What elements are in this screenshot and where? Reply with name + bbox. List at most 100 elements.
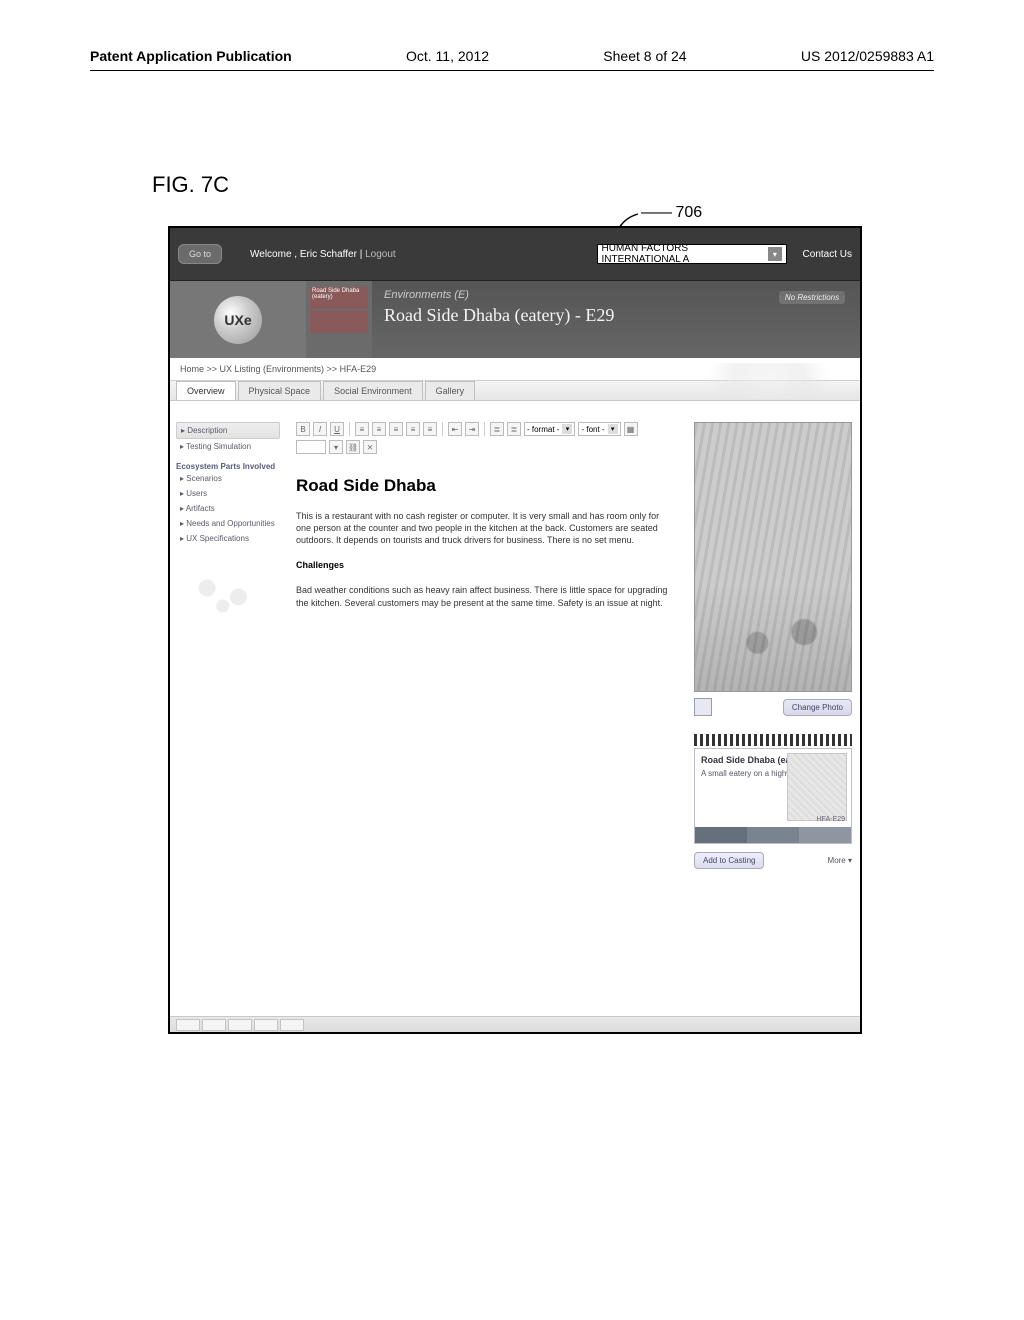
link-icon[interactable]: ⛓ (346, 440, 360, 454)
bold-icon[interactable]: B (296, 422, 310, 436)
format-select[interactable]: - format -▾ (524, 422, 575, 436)
sidebar-item-label: Users (186, 489, 207, 498)
sidebar-item-ux-specifications[interactable]: ▸ UX Specifications (176, 531, 280, 546)
banner-category: Environments (E) (384, 289, 752, 301)
topbar: Go to Welcome , Eric Schaffer | Logout H… (170, 228, 860, 280)
chevron-down-icon: ▾ (562, 424, 572, 434)
publication-label: Patent Application Publication (90, 48, 292, 64)
statusbar-button[interactable] (254, 1019, 278, 1031)
document-paragraph[interactable]: This is a restaurant with no cash regist… (296, 510, 676, 546)
banner-thumbs: Road Side Dhaba (eatery) (306, 281, 372, 358)
app-logo-icon: UXe (214, 296, 262, 344)
watermark-icon (684, 363, 854, 399)
sidebar-item-testing-simulation[interactable]: ▸ Testing Simulation (176, 439, 280, 454)
content-area: ▸ Description ▸ Testing Simulation Ecosy… (170, 414, 860, 1032)
stack-label-icon (694, 734, 852, 746)
list-ol-icon[interactable]: ≣ (507, 422, 521, 436)
statusbar-button[interactable] (280, 1019, 304, 1031)
welcome-user: Eric Schaffer (300, 249, 357, 260)
org-select-value: HUMAN FACTORS INTERNATIONAL A (602, 243, 769, 265)
logo-cell: UXe (170, 281, 306, 358)
window-status-bar (170, 1016, 860, 1032)
statusbar-button[interactable] (176, 1019, 200, 1031)
hero-actions: Change Photo (694, 698, 852, 716)
related-card[interactable]: Road Side Dhaba (eatery) A small eatery … (694, 748, 852, 844)
tab-overview[interactable]: Overview (176, 381, 236, 400)
underline-icon[interactable]: U (330, 422, 344, 436)
expand-image-icon[interactable] (694, 698, 712, 716)
sidebar-section-head: Ecosystem Parts Involved (176, 462, 280, 471)
reference-number: —— 706 (641, 204, 702, 222)
tab-gallery[interactable]: Gallery (425, 381, 476, 400)
font-select-label: - font - (581, 425, 604, 434)
publication-date: Oct. 11, 2012 (406, 48, 489, 64)
sidebar-item-label: Description (187, 426, 227, 435)
statusbar-button[interactable] (228, 1019, 252, 1031)
header-rule (90, 70, 934, 71)
add-to-casting-button[interactable]: Add to Casting (694, 852, 764, 869)
statusbar-button[interactable] (202, 1019, 226, 1031)
goto-button[interactable]: Go to (178, 244, 222, 264)
list-ul-icon[interactable]: ≣ (490, 422, 504, 436)
tab-social-environment[interactable]: Social Environment (323, 381, 423, 400)
card-image (787, 753, 847, 821)
toolbar-separator (484, 422, 485, 436)
align-left-icon[interactable]: ≡ (355, 422, 369, 436)
sidebar-item-needs-opportunities[interactable]: ▸ Needs and Opportunities (176, 516, 280, 531)
align-center-icon[interactable]: ≡ (372, 422, 386, 436)
page-header: Patent Application Publication Oct. 11, … (0, 48, 1024, 64)
card-footer-seg[interactable] (747, 827, 799, 843)
sidebar-item-label: Testing Simulation (186, 442, 251, 451)
banner-thumb[interactable] (310, 311, 368, 333)
logout-link[interactable]: Logout (365, 249, 396, 260)
align-justify-icon[interactable]: ≡ (406, 422, 420, 436)
rte-toolbar-row2: ▾ ⛓ ⨯ (296, 440, 676, 454)
rte-number-input[interactable] (296, 440, 326, 454)
restrictions-badge: No Restrictions (779, 291, 845, 304)
document-paragraph[interactable]: Bad weather conditions such as heavy rai… (296, 584, 676, 608)
color-picker-icon[interactable]: ▦ (624, 422, 638, 436)
font-select[interactable]: - font -▾ (578, 422, 620, 436)
card-footer (695, 827, 851, 843)
contact-link[interactable]: Contact Us (803, 249, 852, 260)
sidebar-item-label: Artifacts (186, 504, 215, 513)
align-extra-icon[interactable]: ≡ (423, 422, 437, 436)
right-rail: Change Photo Road Side Dhaba (eatery) A … (686, 414, 860, 1032)
toolbar-separator (442, 422, 443, 436)
sidebar-item-description[interactable]: ▸ Description (176, 422, 280, 439)
card-footer-seg[interactable] (695, 827, 747, 843)
chevron-down-icon: ▾ (768, 247, 781, 261)
document-subheading: Challenges (296, 560, 676, 570)
sidebar: ▸ Description ▸ Testing Simulation Ecosy… (170, 414, 286, 1032)
figure-label: FIG. 7C (152, 172, 229, 198)
toolbar-separator (349, 422, 350, 436)
app-window: Go to Welcome , Eric Schaffer | Logout H… (168, 226, 862, 1034)
more-link[interactable]: More ▾ (828, 856, 852, 865)
welcome-prefix: Welcome , (250, 249, 297, 260)
hero-image (694, 422, 852, 692)
sidebar-item-scenarios[interactable]: ▸ Scenarios (176, 471, 280, 486)
sidebar-item-label: Needs and Opportunities (186, 519, 275, 528)
welcome-text: Welcome , Eric Schaffer | Logout (250, 249, 396, 260)
align-right-icon[interactable]: ≡ (389, 422, 403, 436)
format-select-label: - format - (527, 425, 559, 434)
card-stack: Road Side Dhaba (eatery) A small eatery … (694, 734, 852, 844)
editor-column: B I U ≡ ≡ ≡ ≡ ≡ ⇤ ⇥ ≣ ≣ - format -▾ - fo… (286, 414, 686, 1032)
card-id: HFA-E29 (817, 816, 845, 823)
indent-icon[interactable]: ⇥ (465, 422, 479, 436)
banner-thumb[interactable]: Road Side Dhaba (eatery) (310, 287, 368, 309)
sidebar-decoration-icon (176, 564, 280, 624)
sidebar-item-users[interactable]: ▸ Users (176, 486, 280, 501)
italic-icon[interactable]: I (313, 422, 327, 436)
org-select[interactable]: HUMAN FACTORS INTERNATIONAL A ▾ (597, 244, 787, 264)
rte-toolbar: B I U ≡ ≡ ≡ ≡ ≡ ⇤ ⇥ ≣ ≣ - format -▾ - fo… (296, 422, 676, 436)
banner: UXe Road Side Dhaba (eatery) Environment… (170, 280, 860, 358)
card-footer-seg[interactable] (799, 827, 851, 843)
tab-physical-space[interactable]: Physical Space (238, 381, 322, 400)
outdent-icon[interactable]: ⇤ (448, 422, 462, 436)
rte-dropdown-icon[interactable]: ▾ (329, 440, 343, 454)
sidebar-item-artifacts[interactable]: ▸ Artifacts (176, 501, 280, 516)
tab-bar: Overview Physical Space Social Environme… (170, 381, 860, 401)
unlink-icon[interactable]: ⨯ (363, 440, 377, 454)
change-photo-button[interactable]: Change Photo (783, 699, 852, 716)
